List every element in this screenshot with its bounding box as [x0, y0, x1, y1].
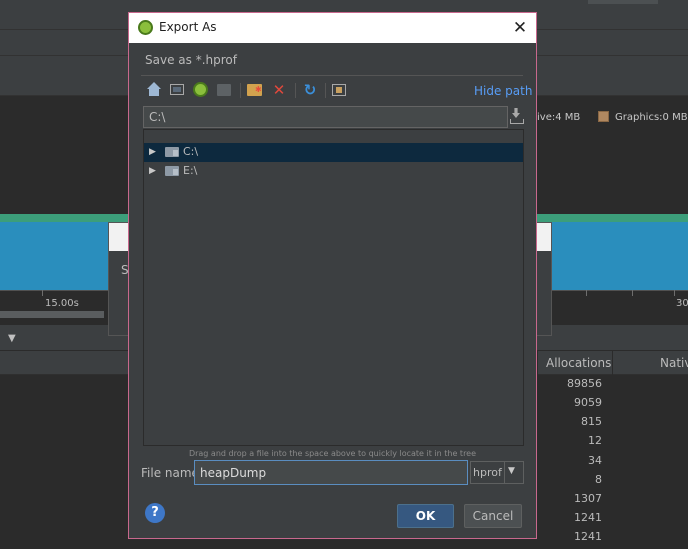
drag-drop-hint: Drag and drop a file into the space abov…: [188, 449, 477, 458]
drive-folder-icon: [165, 166, 179, 176]
file-tree[interactable]: ▶ C:\ ▶ E:\: [143, 129, 524, 446]
table-cell-allocations: 34: [588, 454, 602, 467]
download-path-icon[interactable]: [510, 108, 524, 124]
dropdown-arrow-icon[interactable]: ▼: [8, 333, 16, 344]
axis-label-30s: 30: [676, 298, 688, 309]
extension-select[interactable]: hprof ▼: [470, 461, 524, 484]
toolbar-separator: [240, 83, 241, 98]
refresh-icon[interactable]: ↻: [302, 82, 318, 98]
close-button[interactable]: ✕: [509, 17, 531, 39]
axis-tick: [586, 290, 587, 296]
ok-button[interactable]: OK: [397, 504, 454, 528]
axis-tick: [42, 290, 43, 296]
toolbar-separator: [295, 83, 296, 98]
tree-item-c-drive[interactable]: ▶ C:\: [144, 143, 523, 162]
hide-path-link[interactable]: Hide path: [474, 84, 532, 98]
table-cell-allocations: 9059: [574, 396, 602, 409]
dialog-title: Export As: [159, 20, 217, 34]
project-icon[interactable]: [193, 82, 208, 97]
extension-value: hprof: [473, 466, 502, 479]
axis-tick: [632, 290, 633, 296]
delete-icon[interactable]: ✕: [271, 82, 287, 98]
table-cell-allocations: 89856: [567, 377, 602, 390]
tree-item-e-drive[interactable]: ▶ E:\: [144, 162, 523, 181]
dialog-titlebar: Export As ✕: [129, 13, 536, 43]
file-name-input[interactable]: [194, 460, 468, 485]
export-as-dialog: Export As ✕ Save as *.hprof ✕ ↻ Hide pat…: [128, 12, 537, 539]
toolbar-separator: [325, 83, 326, 98]
axis-label-15s: 15.00s: [45, 298, 79, 309]
table-cell-allocations: 1241: [574, 530, 602, 543]
column-allocations[interactable]: Allocations: [546, 356, 611, 370]
timeline-scrollbar[interactable]: [0, 311, 104, 318]
legend-graphics: Graphics:0 MB: [615, 112, 688, 123]
new-folder-icon[interactable]: [247, 84, 262, 96]
android-studio-icon: [138, 20, 153, 35]
show-hidden-icon[interactable]: [332, 84, 346, 96]
column-separator: [537, 351, 538, 375]
tree-item-label: E:\: [183, 164, 198, 177]
ide-top-button[interactable]: [588, 0, 658, 4]
table-cell-allocations: 815: [581, 415, 602, 428]
save-as-description: Save as *.hprof: [145, 53, 237, 67]
path-input[interactable]: [143, 106, 508, 128]
column-native[interactable]: Nativ: [660, 356, 688, 370]
module-icon[interactable]: [217, 84, 231, 96]
legend-native: ive:4 MB: [537, 112, 581, 123]
column-separator: [612, 351, 613, 375]
expand-arrow-icon[interactable]: ▶: [149, 147, 156, 157]
legend-graphics-swatch: [598, 111, 609, 122]
tree-item-label: C:\: [183, 145, 199, 158]
help-button[interactable]: ?: [145, 503, 165, 523]
extension-divider: [504, 462, 505, 483]
table-cell-allocations: 8: [595, 473, 602, 486]
desktop-icon[interactable]: [170, 84, 184, 95]
drive-folder-icon: [165, 147, 179, 157]
table-cell-allocations: 1307: [574, 492, 602, 505]
table-cell-allocations: 12: [588, 434, 602, 447]
file-chooser-toolbar: ✕ ↻: [143, 81, 383, 101]
table-cell-allocations: 1241: [574, 511, 602, 524]
expand-arrow-icon[interactable]: ▶: [149, 166, 156, 176]
axis-tick: [674, 290, 675, 296]
home-icon[interactable]: [146, 82, 162, 98]
toolbar-divider: [141, 75, 523, 76]
cancel-button[interactable]: Cancel: [464, 504, 522, 528]
chevron-down-icon[interactable]: ▼: [508, 466, 515, 476]
